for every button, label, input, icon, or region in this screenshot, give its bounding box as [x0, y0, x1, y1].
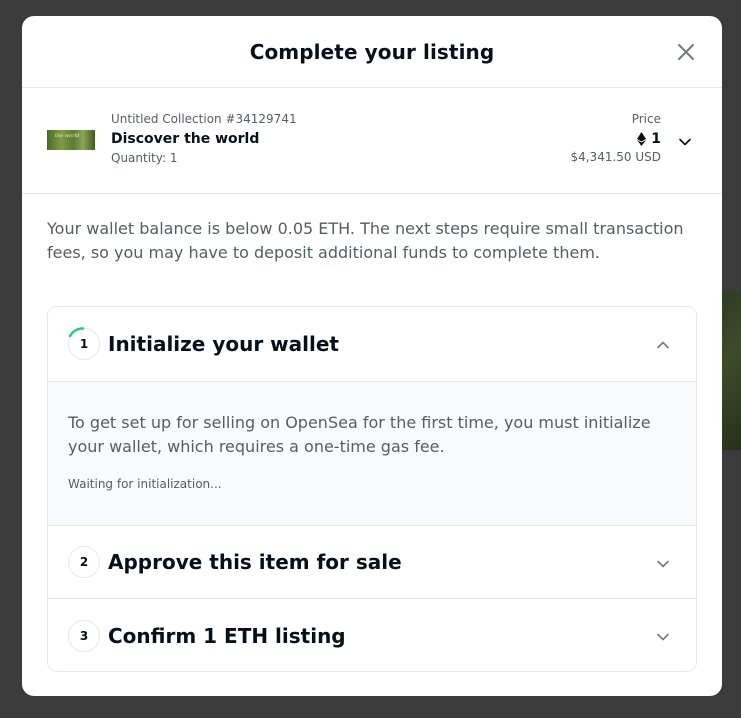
- price-details-toggle[interactable]: [678, 134, 692, 148]
- ethereum-icon: [637, 132, 647, 146]
- modal-header: Complete your listing: [22, 16, 722, 88]
- chevron-down-icon: [656, 556, 670, 570]
- price-eth: 1: [570, 130, 661, 148]
- chevron-down-icon: [678, 134, 692, 153]
- item-quantity: Quantity: 1: [111, 151, 178, 165]
- step-3-title: Confirm 1 ETH listing: [108, 623, 346, 648]
- price-block: Price 1 $4,341.50 USD: [570, 112, 661, 164]
- price-eth-value: 1: [651, 131, 661, 147]
- complete-listing-modal: Complete your listing the world Untitled…: [22, 16, 722, 696]
- background-image-peek: [721, 292, 741, 450]
- step-2-number: 2: [79, 555, 89, 569]
- modal-title: Complete your listing: [249, 39, 495, 64]
- chevron-up-icon: [656, 337, 670, 351]
- close-button[interactable]: [676, 42, 696, 62]
- step-1-header[interactable]: 1 Initialize your wallet: [48, 307, 696, 381]
- step-1-title: Initialize your wallet: [108, 332, 339, 356]
- step-3-number-badge: 3: [68, 619, 100, 652]
- step-2-number-badge: 2: [68, 546, 100, 578]
- step-1-number-badge: 1: [68, 327, 100, 360]
- step-3-number: 3: [79, 628, 89, 643]
- step-2-title: Approve this item for sale: [108, 550, 402, 574]
- thumbnail-caption: the world: [55, 133, 80, 139]
- price-label: Price: [631, 112, 661, 126]
- listing-item-summary: the world Untitled Collection #34129741 …: [22, 88, 722, 194]
- item-thumbnail: the world: [47, 130, 95, 150]
- price-usd: $4,341.50 USD: [570, 150, 661, 164]
- item-meta: Untitled Collection #34129741 Discover t…: [111, 112, 297, 165]
- progress-spinner-icon: [68, 327, 85, 338]
- listing-steps: 1 Initialize your wallet To get set up f…: [47, 306, 697, 672]
- chevron-down-icon: [656, 629, 670, 643]
- step-1-body: To get set up for selling on OpenSea for…: [48, 381, 696, 526]
- wallet-balance-warning: Your wallet balance is below 0.05 ETH. T…: [47, 219, 684, 262]
- step-3-header[interactable]: 3 Confirm 1 ETH listing: [48, 599, 696, 671]
- step-1-status: Waiting for initialization...: [68, 477, 222, 491]
- collection-name[interactable]: Untitled Collection #34129741: [111, 112, 297, 126]
- step-2-header[interactable]: 2 Approve this item for sale: [48, 526, 696, 599]
- step-1-description: To get set up for selling on OpenSea for…: [68, 413, 651, 456]
- item-name: Discover the world: [111, 131, 260, 147]
- close-icon: [676, 42, 696, 62]
